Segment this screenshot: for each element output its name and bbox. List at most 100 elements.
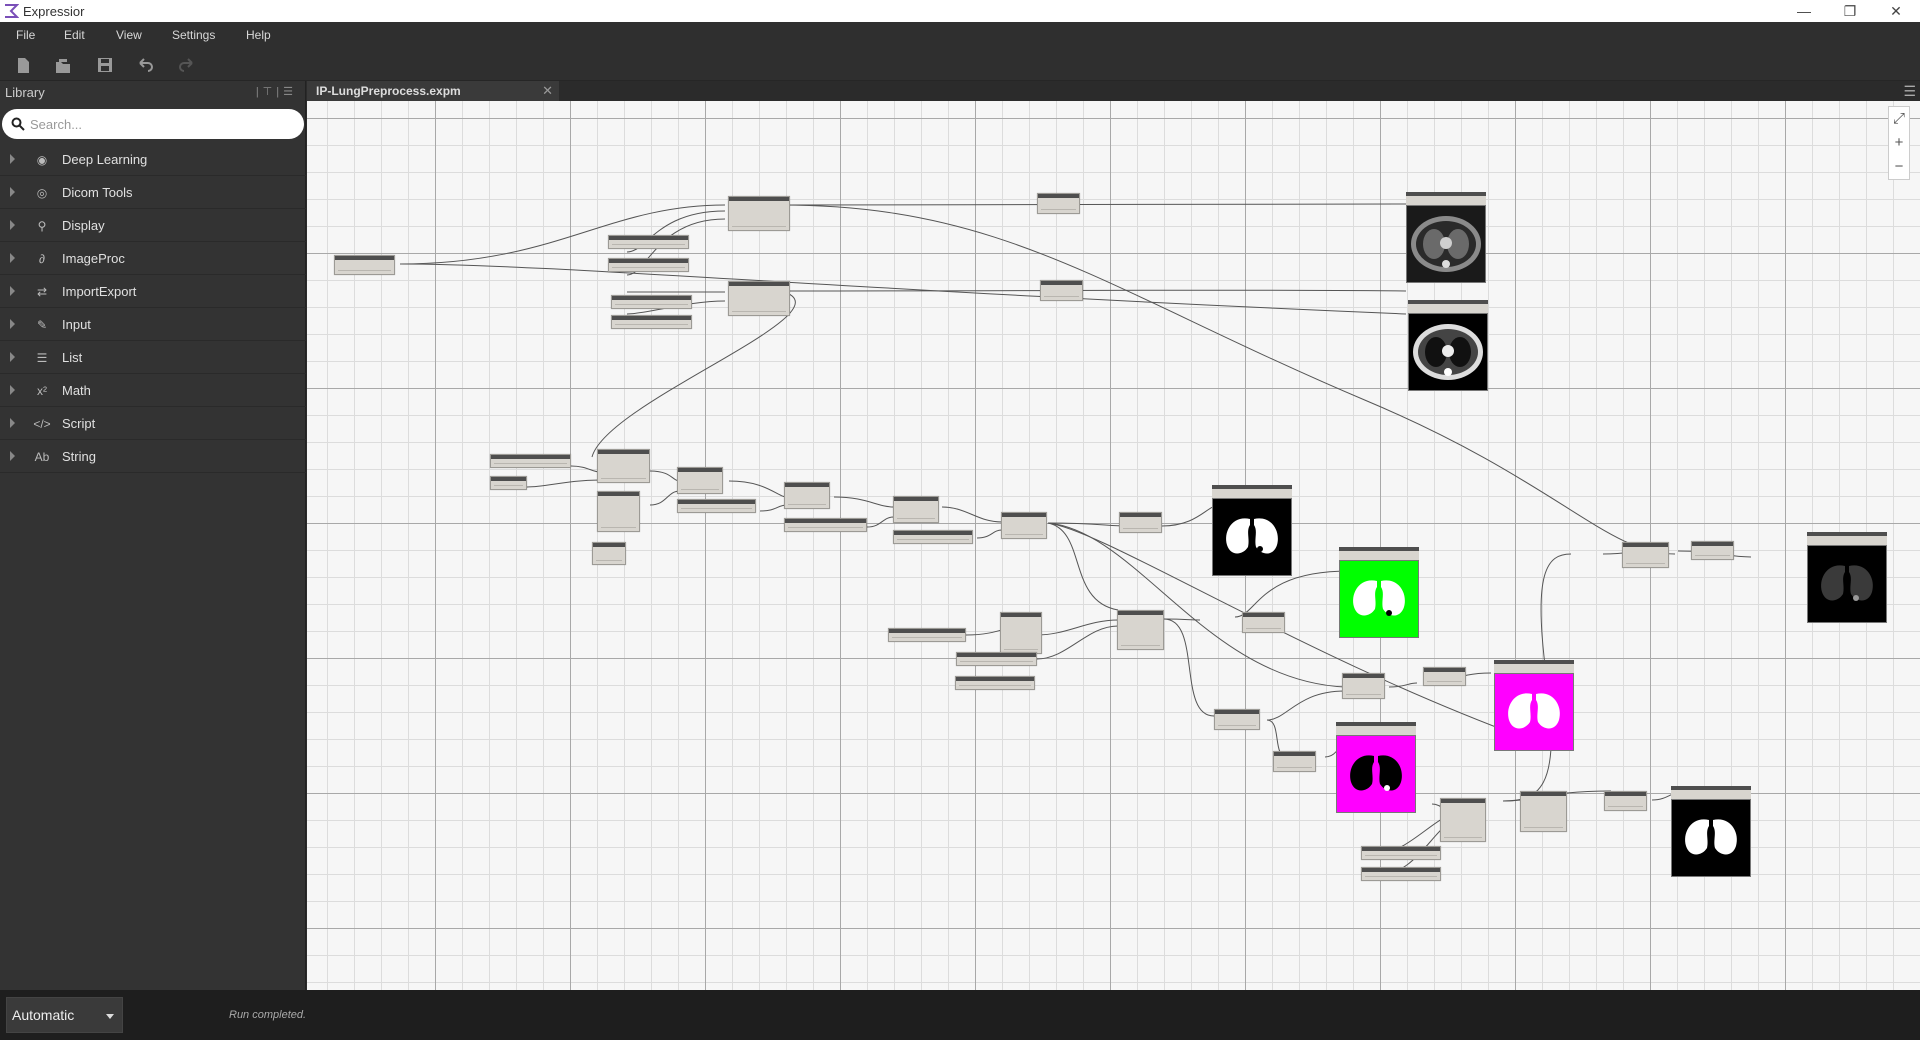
graph-node[interactable] bbox=[611, 315, 692, 329]
title-bar: Expressior — ❐ ✕ bbox=[0, 0, 1920, 22]
expand-arrow-icon[interactable] bbox=[10, 286, 15, 296]
run-mode-dropdown[interactable]: Automatic bbox=[6, 997, 123, 1033]
library-item-imageproc[interactable]: ∂ ImageProc bbox=[0, 242, 306, 275]
graph-node[interactable] bbox=[1342, 673, 1385, 699]
graph-node[interactable] bbox=[608, 258, 689, 272]
mask-preview-black[interactable] bbox=[1212, 485, 1292, 576]
library-item-list[interactable]: ☰ List bbox=[0, 341, 306, 374]
ct-preview-2[interactable] bbox=[1408, 300, 1488, 391]
library-item-label: Script bbox=[62, 416, 96, 431]
expand-arrow-icon[interactable] bbox=[10, 418, 15, 428]
redo-icon[interactable] bbox=[176, 54, 198, 76]
mask-preview-green[interactable] bbox=[1339, 547, 1419, 638]
library-item-label: Deep Learning bbox=[62, 152, 148, 167]
expand-arrow-icon[interactable] bbox=[10, 451, 15, 461]
mask-preview-black-2[interactable] bbox=[1671, 786, 1751, 877]
graph-node[interactable] bbox=[1242, 612, 1285, 633]
graph-node[interactable] bbox=[597, 449, 650, 483]
graph-node[interactable] bbox=[955, 676, 1035, 690]
close-window-button[interactable]: ✕ bbox=[1873, 1, 1919, 21]
hamburger-menu-icon[interactable]: ☰ bbox=[1903, 83, 1916, 100]
library-item-math[interactable]: x² Math bbox=[0, 374, 306, 407]
graph-node[interactable] bbox=[1691, 541, 1734, 560]
graph-node[interactable] bbox=[1423, 667, 1466, 686]
graph-node[interactable] bbox=[334, 255, 395, 275]
graph-node[interactable] bbox=[1037, 193, 1080, 214]
menu-file[interactable]: File bbox=[16, 28, 35, 42]
disc-icon: ◎ bbox=[36, 186, 48, 200]
graph-node[interactable] bbox=[893, 530, 973, 544]
library-item-script[interactable]: </> Script bbox=[0, 407, 306, 440]
graph-node[interactable] bbox=[1000, 612, 1042, 654]
graph-node[interactable] bbox=[608, 235, 689, 249]
graph-node[interactable] bbox=[784, 518, 867, 532]
swap-icon: ⇄ bbox=[36, 285, 48, 299]
graph-node[interactable] bbox=[611, 295, 692, 309]
graph-node[interactable] bbox=[1361, 846, 1441, 860]
expand-arrow-icon[interactable] bbox=[10, 352, 15, 362]
graph-node[interactable] bbox=[956, 652, 1037, 666]
new-file-icon[interactable] bbox=[12, 54, 34, 76]
graph-node[interactable] bbox=[1361, 867, 1441, 881]
expand-arrow-icon[interactable] bbox=[10, 187, 15, 197]
library-item-display[interactable]: ⚲ Display bbox=[0, 209, 306, 242]
graph-node[interactable] bbox=[677, 499, 756, 513]
zoom-in-icon[interactable]: + bbox=[1889, 131, 1909, 155]
workspace-canvas[interactable]: ⤢ + − bbox=[307, 101, 1920, 990]
zoom-out-icon[interactable]: − bbox=[1889, 155, 1909, 179]
library-item-input[interactable]: ✎ Input bbox=[0, 308, 306, 341]
graph-node[interactable] bbox=[1440, 798, 1486, 842]
fit-view-icon[interactable]: ⤢ bbox=[1889, 107, 1909, 131]
graph-node[interactable] bbox=[592, 542, 626, 565]
graph-node[interactable] bbox=[1622, 542, 1669, 568]
library-item-dicom-tools[interactable]: ◎ Dicom Tools bbox=[0, 176, 306, 209]
undo-icon[interactable] bbox=[134, 54, 156, 76]
menu-help[interactable]: Help bbox=[246, 28, 271, 42]
graph-node[interactable] bbox=[888, 628, 966, 642]
library-item-importexport[interactable]: ⇄ ImportExport bbox=[0, 275, 306, 308]
graph-node[interactable] bbox=[728, 196, 790, 231]
tab-label: IP-LungPreprocess.expm bbox=[316, 84, 461, 98]
graph-node[interactable] bbox=[1214, 709, 1260, 730]
mask-preview-magenta-1[interactable] bbox=[1494, 660, 1574, 751]
minimize-button[interactable]: — bbox=[1781, 1, 1827, 21]
mask-preview-magenta-2[interactable] bbox=[1336, 722, 1416, 813]
graph-node[interactable] bbox=[1117, 610, 1164, 650]
library-item-string[interactable]: Ab String bbox=[0, 440, 306, 473]
graph-node[interactable] bbox=[597, 491, 640, 532]
restore-button[interactable]: ❐ bbox=[1827, 1, 1873, 21]
menu-view[interactable]: View bbox=[116, 28, 142, 42]
chevron-down-icon bbox=[106, 1014, 114, 1019]
open-file-icon[interactable] bbox=[52, 54, 74, 76]
graph-node[interactable] bbox=[490, 454, 571, 468]
graph-node[interactable] bbox=[784, 482, 830, 509]
expand-arrow-icon[interactable] bbox=[10, 253, 15, 263]
menu-settings[interactable]: Settings bbox=[172, 28, 215, 42]
close-tab-icon[interactable]: ✕ bbox=[542, 83, 553, 99]
masked-ct-preview[interactable] bbox=[1807, 532, 1887, 623]
library-header: Library bbox=[5, 85, 45, 100]
search-input[interactable] bbox=[30, 113, 290, 135]
tab-ip-lungpreprocess[interactable]: IP-LungPreprocess.expm ✕ bbox=[307, 81, 559, 101]
library-item-label: Display bbox=[62, 218, 105, 233]
graph-node[interactable] bbox=[490, 476, 527, 490]
save-icon[interactable] bbox=[94, 54, 116, 76]
ct-preview-1[interactable] bbox=[1406, 192, 1486, 283]
graph-node[interactable] bbox=[728, 281, 790, 316]
graph-node[interactable] bbox=[1604, 791, 1647, 811]
graph-node[interactable] bbox=[1040, 280, 1083, 301]
expand-arrow-icon[interactable] bbox=[10, 154, 15, 164]
lung-mask-icon bbox=[1226, 518, 1278, 554]
expand-arrow-icon[interactable] bbox=[10, 220, 15, 230]
expand-arrow-icon[interactable] bbox=[10, 319, 15, 329]
graph-node[interactable] bbox=[893, 496, 939, 523]
menu-edit[interactable]: Edit bbox=[64, 28, 85, 42]
graph-node[interactable] bbox=[1273, 751, 1316, 772]
graph-node[interactable] bbox=[677, 467, 723, 494]
graph-node[interactable] bbox=[1119, 512, 1162, 533]
library-tools-icon[interactable]: |⊤|☰ bbox=[256, 85, 297, 98]
expand-arrow-icon[interactable] bbox=[10, 385, 15, 395]
graph-node[interactable] bbox=[1520, 791, 1567, 832]
library-item-deep-learning[interactable]: ◉ Deep Learning bbox=[0, 143, 306, 176]
graph-node[interactable] bbox=[1001, 512, 1047, 539]
